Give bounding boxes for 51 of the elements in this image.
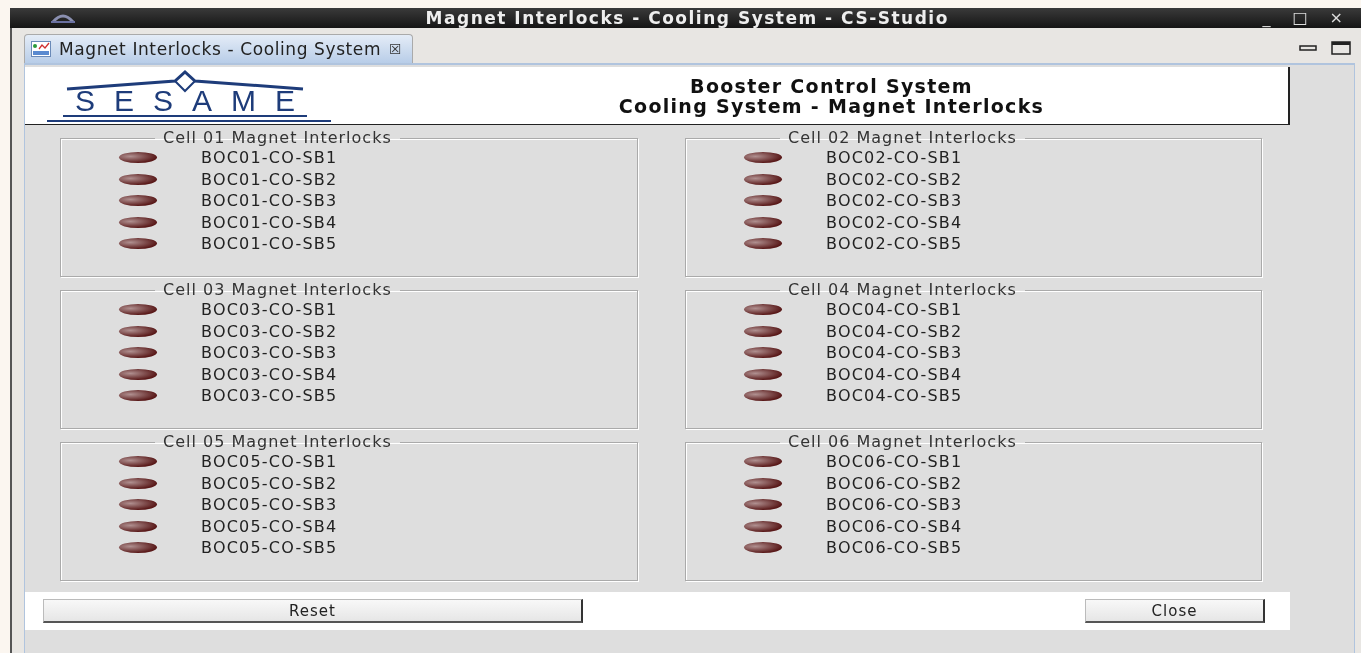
interlock-label: BOC01-CO-SB5 (201, 234, 338, 254)
close-button[interactable]: × (1325, 9, 1347, 27)
interlock-label: BOC02-CO-SB4 (826, 212, 963, 232)
editor-tab[interactable]: Magnet Interlocks - Cooling System ☒ (24, 33, 413, 63)
maximize-button[interactable]: □ (1288, 9, 1312, 27)
group-title: Cell 01 Magnet Interlocks (162, 131, 393, 145)
interlock-label: BOC02-CO-SB2 (826, 169, 963, 189)
interlock-label: BOC01-CO-SB1 (201, 148, 338, 168)
interlock-label: BOC05-CO-SB1 (201, 452, 338, 472)
interlock-label: BOC06-CO-SB4 (826, 516, 963, 536)
header-title: Booster Control System (689, 75, 974, 96)
interlock-label: BOC03-CO-SB2 (201, 321, 338, 341)
sesame-logo: SESAME (35, 68, 335, 123)
interlock-label: BOC06-CO-SB5 (826, 538, 963, 558)
interlock-label: BOC04-CO-SB3 (826, 343, 963, 363)
group-title: Cell 06 Magnet Interlocks (787, 435, 1018, 449)
interlock-label: BOC01-CO-SB2 (201, 169, 338, 189)
interlock-label: BOC03-CO-SB4 (201, 364, 338, 384)
interlock-label: BOC05-CO-SB2 (201, 473, 338, 493)
interlock-label: BOC02-CO-SB5 (826, 234, 963, 254)
reset-button[interactable]: Reset (43, 599, 583, 623)
interlock-label: BOC02-CO-SB3 (826, 191, 963, 211)
interlock-label: BOC04-CO-SB4 (826, 364, 963, 384)
interlock-label: BOC02-CO-SB1 (826, 148, 963, 168)
minimize-button[interactable]: _ (1258, 9, 1275, 27)
app-icon (50, 12, 76, 24)
window-title: Magnet Interlocks - Cooling System - CS-Studio (424, 8, 950, 28)
interlock-label: BOC03-CO-SB3 (201, 343, 338, 363)
interlock-label: BOC06-CO-SB2 (826, 473, 963, 493)
group-title: Cell 03 Magnet Interlocks (162, 283, 393, 297)
interlock-label: BOC06-CO-SB1 (826, 452, 963, 472)
tab-close-button[interactable]: ☒ (389, 40, 402, 57)
interlock-label: BOC04-CO-SB2 (826, 321, 963, 341)
interlock-label: BOC05-CO-SB5 (201, 538, 338, 558)
interlock-label: BOC03-CO-SB1 (201, 300, 338, 320)
group-title: Cell 04 Magnet Interlocks (787, 283, 1018, 297)
interlock-label: BOC04-CO-SB5 (826, 386, 963, 406)
interlock-label: BOC06-CO-SB3 (826, 495, 963, 515)
interlock-label: BOC04-CO-SB1 (826, 300, 963, 320)
group-title: Cell 05 Magnet Interlocks (162, 435, 393, 449)
group-title: Cell 02 Magnet Interlocks (787, 131, 1018, 145)
maximize-view-icon[interactable] (1331, 41, 1351, 55)
interlock-label: BOC01-CO-SB3 (201, 191, 338, 211)
close-button[interactable]: Close (1085, 599, 1265, 623)
interlock-label: BOC05-CO-SB4 (201, 516, 338, 536)
chart-icon (31, 40, 51, 57)
tab-label: Magnet Interlocks - Cooling System (59, 38, 382, 59)
interlock-label: BOC05-CO-SB3 (201, 495, 338, 515)
interlock-label: BOC01-CO-SB4 (201, 212, 338, 232)
interlock-label: BOC03-CO-SB5 (201, 386, 338, 406)
minimize-view-icon[interactable] (1299, 44, 1317, 52)
